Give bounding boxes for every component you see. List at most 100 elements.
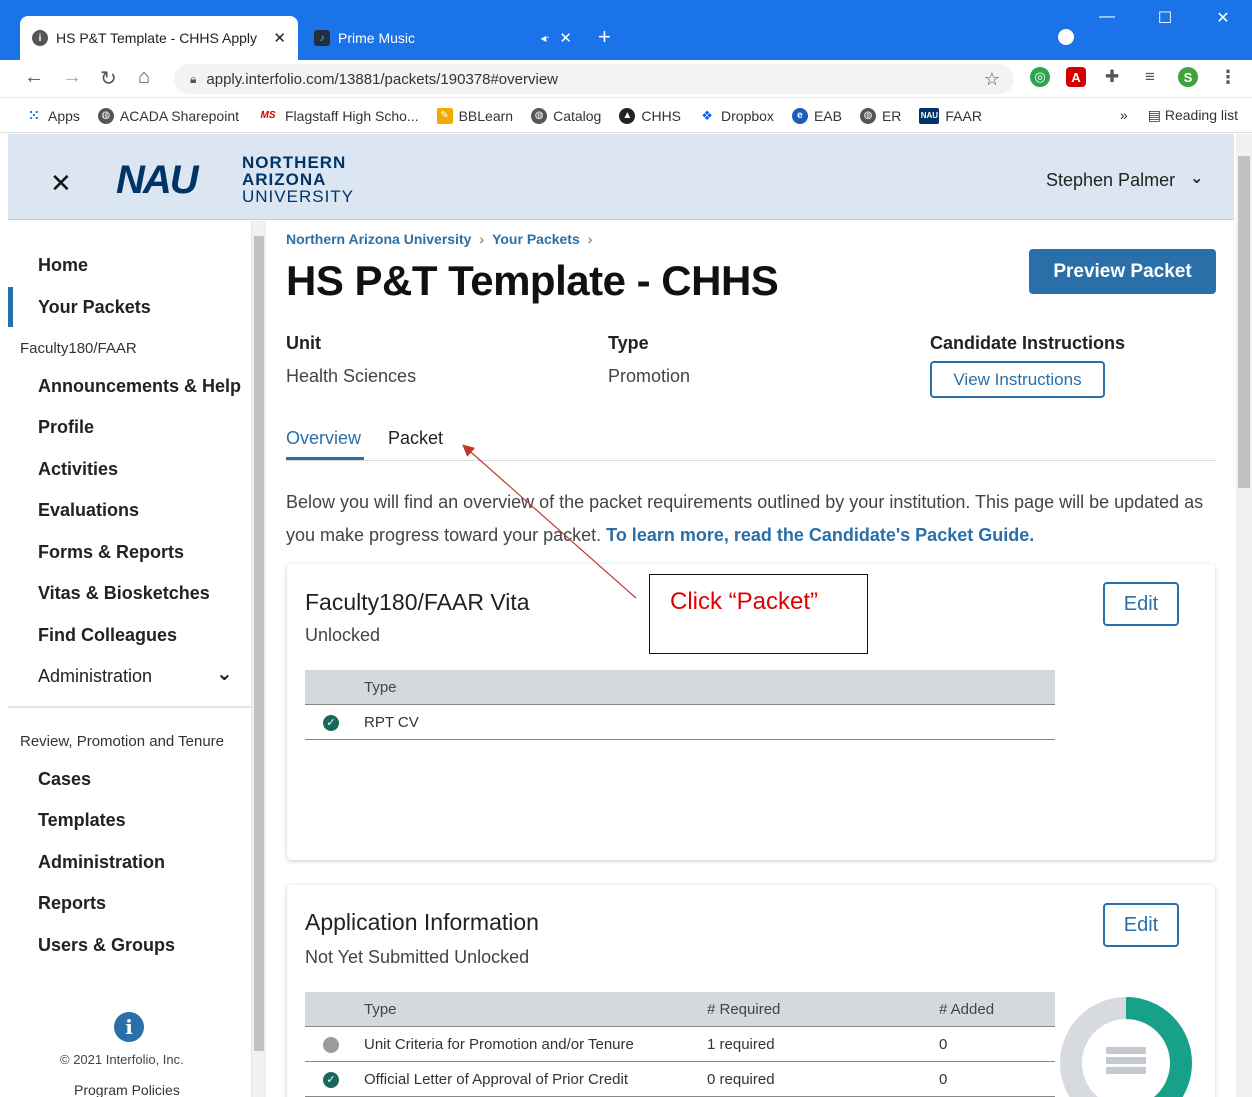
bookmark-faar[interactable]: NAU FAAR bbox=[919, 107, 982, 124]
close-window-icon[interactable]: ✕ bbox=[1194, 8, 1252, 28]
sidebar-item-vitas[interactable]: Vitas & Biosketches bbox=[38, 583, 210, 604]
chevron-down-icon[interactable]: ⌄ bbox=[216, 661, 233, 686]
column-header-type: Type bbox=[364, 1001, 397, 1018]
close-menu-icon[interactable]: ✕ bbox=[50, 168, 72, 199]
card-title: Application Information bbox=[305, 909, 539, 935]
row-added: 0 bbox=[939, 1036, 948, 1053]
bookmark-catalog[interactable]: ◍ Catalog bbox=[531, 107, 602, 124]
ms-icon: MS bbox=[260, 109, 276, 121]
sidebar-item-administration[interactable]: Administration bbox=[38, 666, 152, 687]
edit-vita-button[interactable]: Edit bbox=[1103, 582, 1179, 626]
bookmark-bblearn[interactable]: ✎ BBLearn bbox=[436, 107, 514, 124]
bookmark-label: ER bbox=[881, 107, 902, 124]
annotation-callout: Click “Packet” bbox=[649, 574, 868, 654]
profile-avatar[interactable]: S bbox=[1178, 67, 1198, 87]
sidebar-item-cases[interactable]: Cases bbox=[38, 769, 91, 790]
table-header: Type bbox=[305, 670, 1055, 705]
bookmark-label: BBLearn bbox=[458, 107, 514, 124]
browser-tab-active[interactable]: i HS P&T Template - CHHS Apply ✕ bbox=[20, 16, 298, 60]
sidebar-item-home[interactable]: Home bbox=[38, 255, 88, 276]
tab-close-icon[interactable]: ✕ bbox=[559, 29, 572, 47]
sidebar-item-reports[interactable]: Reports bbox=[38, 893, 106, 914]
minimize-icon[interactable]: — bbox=[1078, 8, 1136, 28]
bookmark-dropbox[interactable]: ❖ Dropbox bbox=[699, 108, 774, 124]
sidebar-item-forms-reports[interactable]: Forms & Reports bbox=[38, 542, 184, 563]
row-added: 0 bbox=[939, 1071, 948, 1088]
page-scrollbar-thumb[interactable] bbox=[1238, 156, 1250, 488]
breadcrumb-link-university[interactable]: Northern Arizona University bbox=[286, 231, 471, 247]
address-bar[interactable]: 🔒︎ apply.interfolio.com/13881/packets/19… bbox=[174, 64, 1014, 94]
extensions-puzzle-icon[interactable]: ✚ bbox=[1102, 67, 1122, 87]
bookmark-star-icon[interactable]: ☆ bbox=[984, 69, 1000, 90]
profile-indicator-icon[interactable] bbox=[1058, 29, 1074, 45]
card-title: Faculty180/FAAR Vita bbox=[305, 589, 530, 615]
user-menu[interactable]: Stephen Palmer bbox=[1046, 170, 1175, 191]
chrome-menu-icon[interactable]: ⋮ bbox=[1218, 67, 1238, 87]
chevron-down-icon[interactable]: ⌄ bbox=[1190, 168, 1203, 188]
maximize-icon[interactable]: ☐ bbox=[1136, 8, 1194, 28]
breadcrumb-link-your-packets[interactable]: Your Packets bbox=[492, 231, 580, 247]
bookmark-label: FAAR bbox=[945, 107, 982, 124]
reading-list-button[interactable]: ▤ Reading list bbox=[1148, 107, 1238, 124]
info-favicon-icon: i bbox=[32, 30, 48, 46]
reload-icon[interactable]: ↻ bbox=[100, 66, 117, 91]
program-policies-link[interactable]: Program Policies bbox=[74, 1082, 180, 1097]
tab-overview[interactable]: Overview bbox=[286, 428, 361, 449]
sidebar-divider bbox=[8, 706, 252, 708]
tab-packet[interactable]: Packet bbox=[388, 428, 443, 449]
bookmarks-bar: ⁙ Apps ◍ ACADA Sharepoint MS Flagstaff High… bbox=[0, 99, 1252, 133]
unit-label: Unit bbox=[286, 333, 321, 353]
sidebar-item-templates[interactable]: Templates bbox=[38, 810, 126, 831]
bookmarks-right: » ▤ Reading list bbox=[1120, 107, 1238, 124]
browser-tab-prime-music[interactable]: ♪ Prime Music ◂ᐧ ✕ bbox=[302, 16, 584, 60]
preview-packet-button[interactable]: Preview Packet bbox=[1029, 249, 1216, 294]
acrobat-extension-icon[interactable]: A bbox=[1066, 67, 1086, 87]
new-tab-button[interactable]: + bbox=[598, 24, 611, 50]
sidebar-item-announcements[interactable]: Announcements & Help bbox=[38, 376, 241, 397]
sidebar-item-activities[interactable]: Activities bbox=[38, 459, 118, 480]
apps-grid-icon: ⁙ bbox=[28, 107, 40, 123]
sidebar-item-users-groups[interactable]: Users & Groups bbox=[38, 935, 175, 956]
globe-icon: ◍ bbox=[859, 107, 876, 124]
type-label: Type bbox=[608, 333, 649, 353]
pencil-icon: ✎ bbox=[436, 107, 453, 124]
bookmarks-overflow-icon[interactable]: » bbox=[1120, 107, 1128, 124]
edit-application-button[interactable]: Edit bbox=[1103, 903, 1179, 947]
row-required: 1 required bbox=[707, 1036, 775, 1053]
bookmark-acada[interactable]: ◍ ACADA Sharepoint bbox=[97, 107, 239, 124]
sidebar-item-profile[interactable]: Profile bbox=[38, 417, 94, 438]
sidebar-item-find-colleagues[interactable]: Find Colleagues bbox=[38, 625, 177, 646]
bookmark-eab[interactable]: e EAB bbox=[791, 107, 842, 124]
row-type: RPT CV bbox=[364, 714, 419, 731]
window-controls: — ☐ ✕ bbox=[1078, 8, 1252, 28]
sidebar-section-faculty180: Faculty180/FAAR bbox=[20, 340, 137, 357]
sidebar-item-evaluations[interactable]: Evaluations bbox=[38, 500, 139, 521]
forward-arrow-icon[interactable]: → bbox=[62, 66, 82, 89]
tab-close-icon[interactable]: ✕ bbox=[273, 29, 286, 47]
candidate-instructions-label: Candidate Instructions bbox=[930, 333, 1126, 353]
bookmark-label: EAB bbox=[813, 107, 842, 124]
dropbox-icon: ❖ bbox=[701, 107, 713, 123]
home-icon[interactable]: ⌂ bbox=[138, 66, 150, 89]
column-header-required: # Required bbox=[707, 1001, 781, 1018]
sidebar-item-rpt-administration[interactable]: Administration bbox=[38, 852, 165, 873]
url-text: apply.interfolio.com/13881/packets/19037… bbox=[206, 70, 558, 88]
bookmark-chhs[interactable]: ▲ CHHS bbox=[619, 107, 682, 124]
bookmark-flagstaff[interactable]: MS Flagstaff High Scho... bbox=[257, 108, 419, 124]
packet-guide-link[interactable]: To learn more, read the Candidate's Pack… bbox=[606, 525, 1034, 545]
info-icon[interactable]: i bbox=[114, 1012, 144, 1042]
bookmark-label: CHHS bbox=[641, 107, 682, 124]
bookmark-label: Catalog bbox=[553, 107, 602, 124]
bookmark-apps[interactable]: ⁙ Apps bbox=[26, 108, 80, 124]
view-instructions-button[interactable]: View Instructions bbox=[930, 361, 1105, 398]
table-header: Type # Required # Added bbox=[305, 992, 1055, 1027]
extension-compass-icon[interactable]: ◎ bbox=[1030, 67, 1050, 87]
back-arrow-icon[interactable]: ← bbox=[24, 66, 44, 89]
bookmark-er[interactable]: ◍ ER bbox=[859, 107, 902, 124]
logo-line: UNIVERSITY bbox=[242, 187, 355, 206]
sidebar-scrollbar-thumb[interactable] bbox=[254, 236, 264, 1051]
tab-title: Prime Music bbox=[338, 30, 416, 46]
audio-playing-icon[interactable]: ◂ᐧ bbox=[540, 31, 549, 45]
sidebar-item-your-packets[interactable]: Your Packets bbox=[38, 297, 151, 318]
media-queue-icon[interactable]: ≡ bbox=[1140, 67, 1160, 87]
